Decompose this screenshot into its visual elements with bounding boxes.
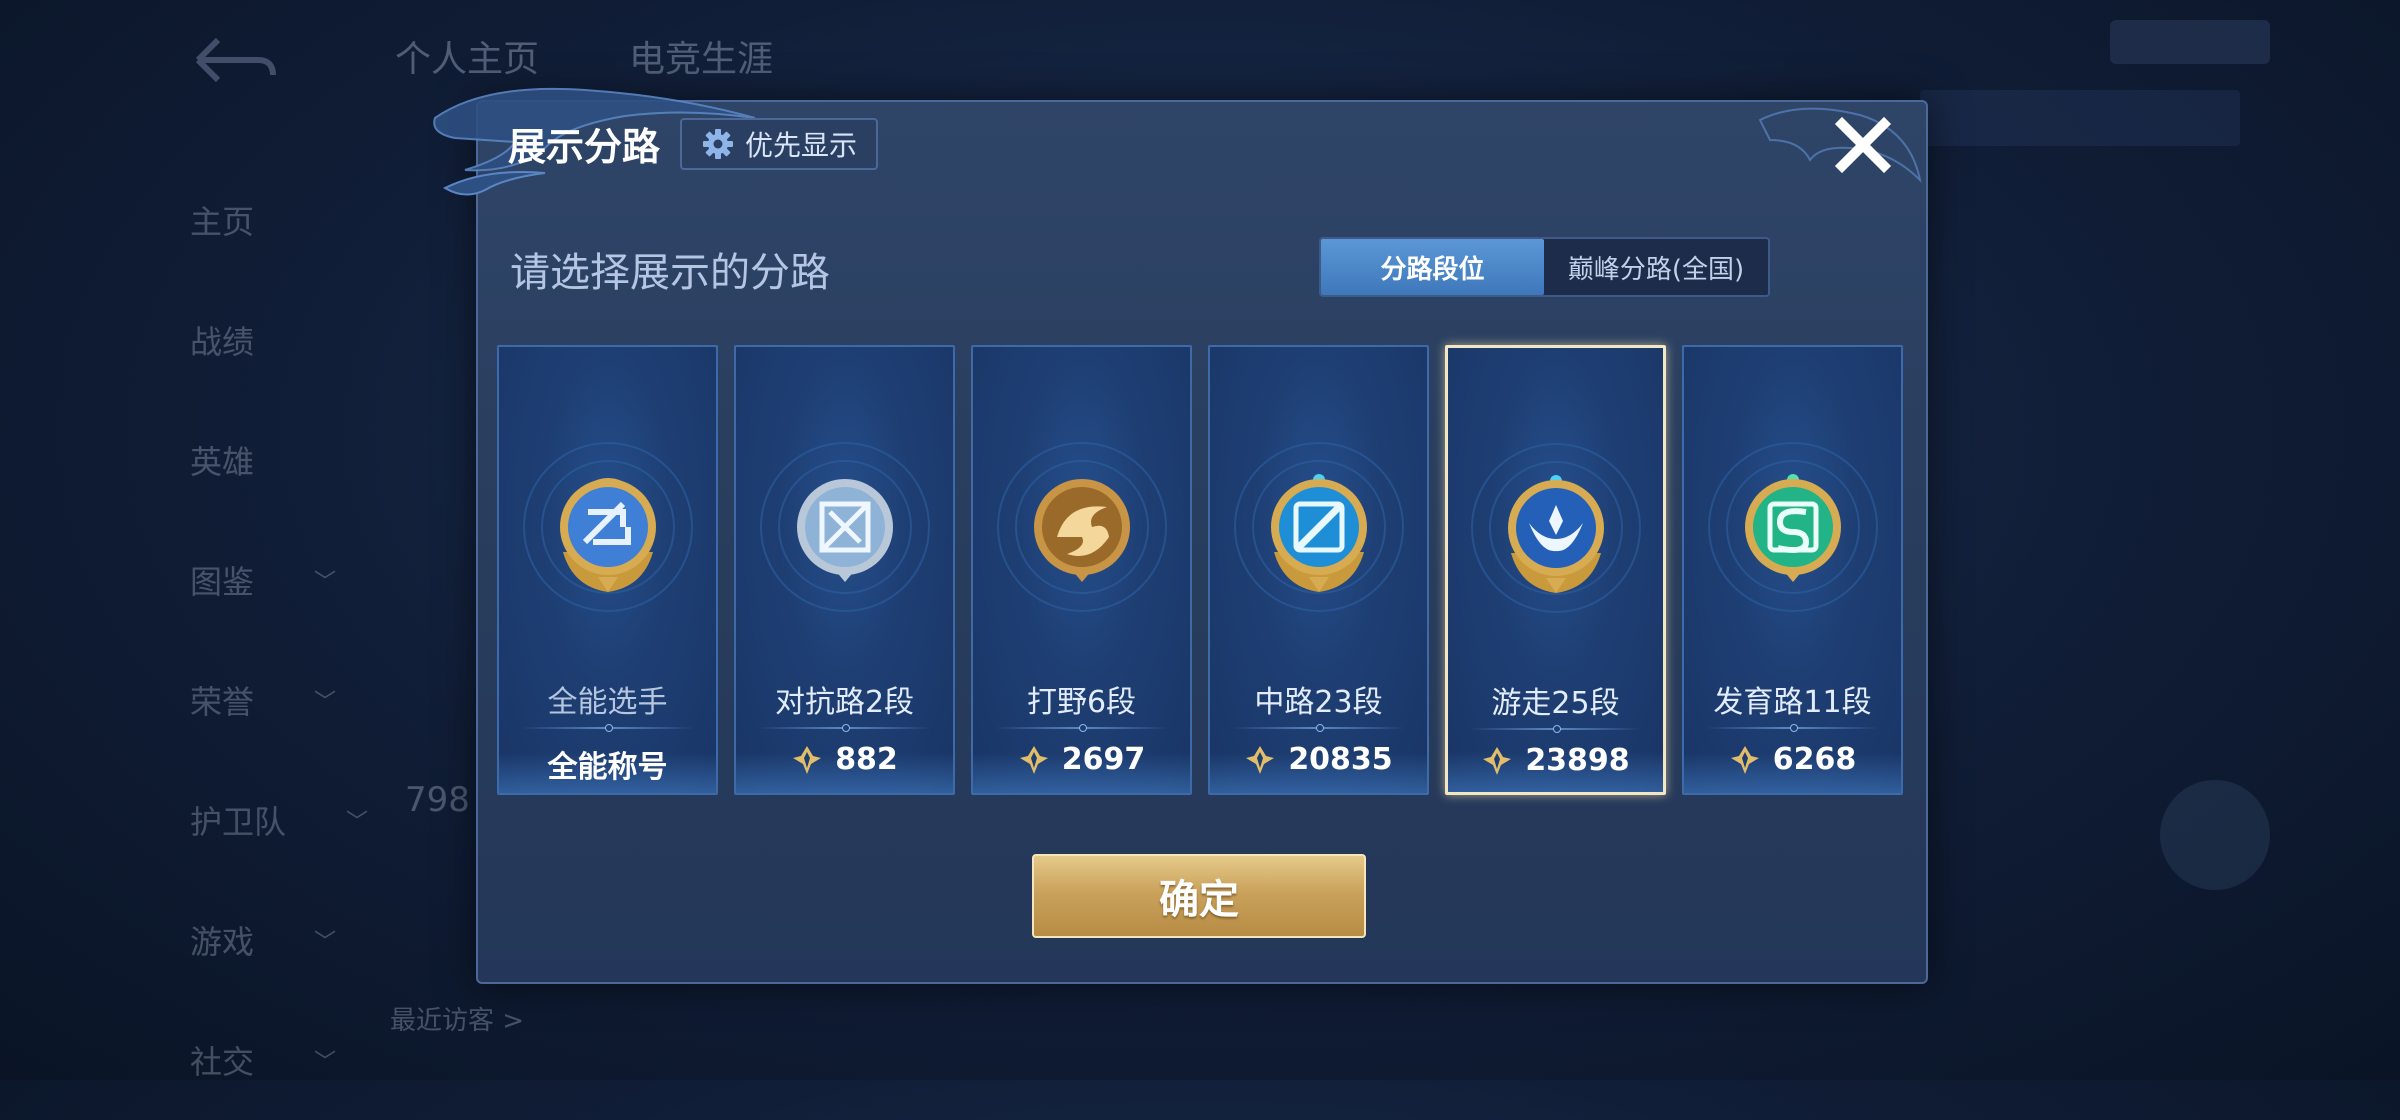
lane-card-name: 全能选手 <box>547 685 668 720</box>
mid-lane-emblem-icon <box>1233 442 1404 612</box>
background-sidebar: 主页 战绩 英雄 图鉴 ﹀ 荣誉 ﹀ 护卫队 ﹀ 游戏 ﹀ 社交 ﹀ <box>190 160 368 1120</box>
background-banner <box>1920 90 2240 146</box>
sidebar-item-guard[interactable]: 护卫队 ﹀ <box>190 760 368 880</box>
clash-lane-emblem-icon <box>759 442 930 612</box>
recent-visitors-link[interactable]: 最近访客 > <box>390 1000 524 1037</box>
modal-title: 展示分路 <box>508 125 661 169</box>
sidebar-item-codex[interactable]: 图鉴 ﹀ <box>190 520 368 640</box>
rank-points-icon <box>1730 745 1759 774</box>
lane-card-name: 对抗路2段 <box>774 685 915 720</box>
sidebar-item-social[interactable]: 社交 ﹀ <box>190 1000 368 1120</box>
lane-card-roam[interactable]: 游走25段 23898 <box>1445 345 1666 795</box>
divider <box>1232 724 1405 732</box>
priority-display-label: 优先显示 <box>744 129 857 162</box>
sidebar-item-honor[interactable]: 荣誉 ﹀ <box>190 640 368 760</box>
sidebar-item-record[interactable]: 战绩 <box>190 280 368 400</box>
tab-profile[interactable]: 个人主页 <box>395 30 539 82</box>
lane-card-score: 23898 <box>1448 743 1663 778</box>
background-round-button <box>2160 780 2270 890</box>
lane-card-name: 中路23段 <box>1254 685 1383 720</box>
lane-card-score: 882 <box>736 742 953 777</box>
sidebar-item-heroes[interactable]: 英雄 <box>190 400 368 520</box>
back-arrow-icon[interactable] <box>178 30 278 90</box>
rank-points-icon <box>793 745 822 774</box>
tab-lane-rank[interactable]: 分路段位 <box>1321 239 1544 295</box>
priority-display-button[interactable]: 优先显示 <box>680 118 878 170</box>
confirm-button[interactable]: 确定 <box>1032 854 1366 938</box>
farm-lane-emblem-icon <box>1707 442 1878 612</box>
close-icon[interactable] <box>1830 112 1896 178</box>
divider <box>995 724 1168 732</box>
modal-subtitle: 请选择展示的分路 <box>510 250 830 296</box>
rank-points-icon <box>1483 746 1512 775</box>
divider <box>758 724 931 732</box>
lane-card-clash[interactable]: 对抗路2段 882 <box>734 345 955 795</box>
lane-card-jungle[interactable]: 打野6段 2697 <box>971 345 1192 795</box>
all-round-emblem-icon <box>522 442 693 612</box>
chevron-down-icon: ﹀ <box>314 570 337 595</box>
rank-points-icon <box>1246 745 1275 774</box>
lane-mode-switch: 分路段位 巅峰分路(全国) <box>1319 237 1770 297</box>
gear-icon <box>702 129 733 159</box>
tab-peak-lane[interactable]: 巅峰分路(全国) <box>1544 239 1768 295</box>
roam-emblem-icon <box>1470 443 1641 613</box>
lane-card-score: 2697 <box>973 742 1190 777</box>
tab-esports[interactable]: 电竞生涯 <box>629 30 773 82</box>
lane-card-score: 20835 <box>1210 742 1427 777</box>
sidebar-item-home[interactable]: 主页 <box>190 160 368 280</box>
jungle-emblem-icon <box>996 442 1167 612</box>
chevron-down-icon: ﹀ <box>346 810 369 835</box>
divider <box>521 724 694 732</box>
lane-card-name: 游走25段 <box>1491 686 1620 721</box>
background-number: 798 <box>405 780 470 820</box>
lane-card-farm[interactable]: 发育路11段 6268 <box>1682 345 1903 795</box>
lane-card-all-round[interactable]: 全能选手 全能称号 <box>497 345 718 795</box>
divider <box>1470 725 1641 733</box>
chevron-down-icon: ﹀ <box>314 690 337 715</box>
rank-points-icon <box>1019 745 1048 774</box>
lane-card-mid[interactable]: 中路23段 20835 <box>1208 345 1429 795</box>
background-top-button <box>2110 20 2270 64</box>
lane-card-score: 全能称号 <box>547 750 668 785</box>
sidebar-item-game[interactable]: 游戏 ﹀ <box>190 880 368 1000</box>
lane-card-list: 全能选手 全能称号 对抗路2段 882 打野6段 2697 中路23段 2083… <box>497 345 1903 795</box>
lane-card-score: 6268 <box>1684 742 1901 777</box>
lane-card-name: 打野6段 <box>1026 685 1137 720</box>
lane-card-name: 发育路11段 <box>1713 685 1872 720</box>
background-tabs: 个人主页 电竞生涯 <box>395 30 773 82</box>
divider <box>1706 724 1879 732</box>
chevron-down-icon: ﹀ <box>314 930 337 955</box>
chevron-down-icon: ﹀ <box>314 1050 337 1075</box>
